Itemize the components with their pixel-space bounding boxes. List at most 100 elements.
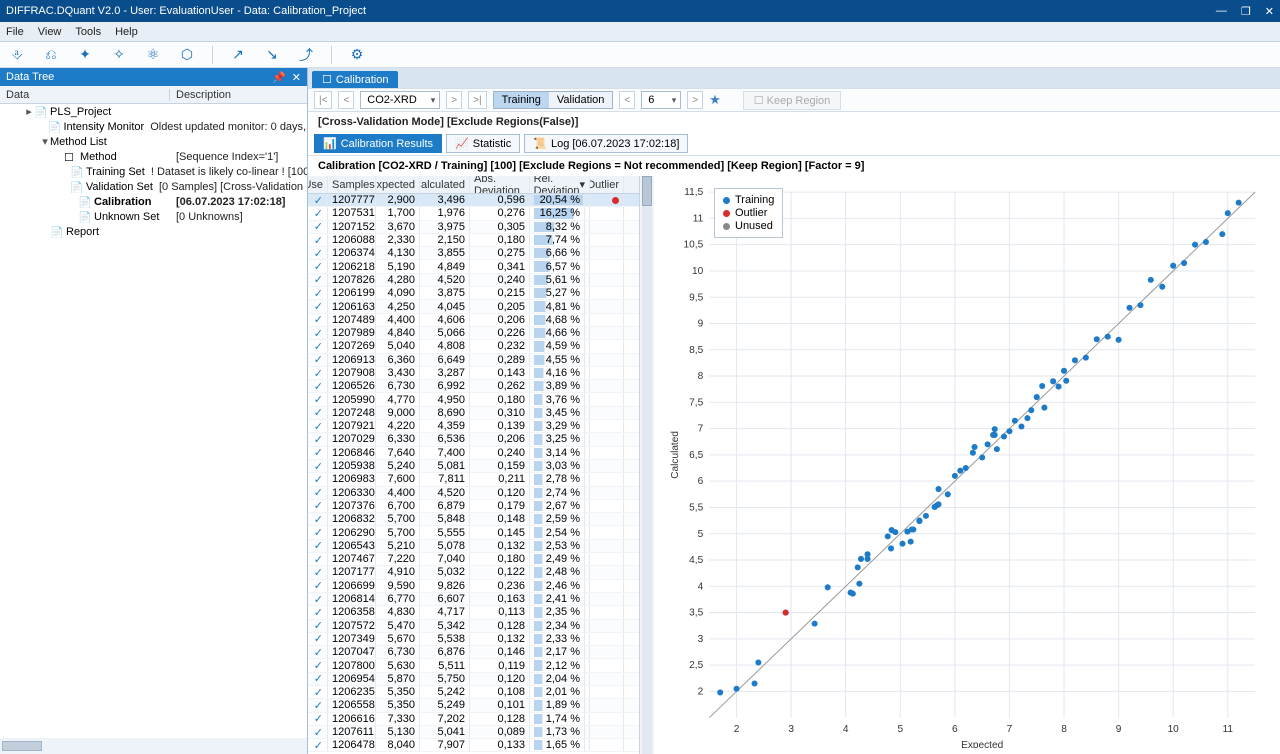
svg-text:Calculated: Calculated: [670, 431, 681, 479]
table-row[interactable]: ✓12074677,2207,0400,1802,49 %: [308, 553, 639, 566]
tree-item[interactable]: 📄Intensity MonitorOldest updated monitor…: [0, 119, 307, 134]
table-row[interactable]: ✓12064788,0407,9070,1331,65 %: [308, 739, 639, 752]
seg-validation[interactable]: Validation: [549, 92, 613, 108]
tree-item[interactable]: ▸📄PLS_Project: [0, 104, 307, 119]
tree-item[interactable]: 📄Calibration[06.07.2023 17:02:18]: [0, 194, 307, 209]
element-combo[interactable]: CO2-XRD: [360, 91, 440, 109]
tab-calibration[interactable]: ☐Calibration: [312, 71, 398, 88]
tree-item[interactable]: 📄Report: [0, 224, 307, 239]
toolbar-icon-1[interactable]: ⎀: [8, 46, 26, 64]
nav-next[interactable]: >: [446, 91, 462, 109]
table-row[interactable]: ✓12072489,0008,6900,3103,45 %: [308, 407, 639, 420]
th-samples[interactable]: Samples: [328, 176, 376, 193]
nav-last[interactable]: >|: [468, 91, 486, 109]
tree-item[interactable]: 📄Training Set! Dataset is likely co-line…: [0, 164, 307, 179]
table-row[interactable]: ✓12073766,7006,8790,1792,67 %: [308, 500, 639, 513]
table-row[interactable]: ✓12074894,4004,6060,2064,68 %: [308, 314, 639, 327]
table-row[interactable]: ✓12066999,5909,8260,2362,46 %: [308, 580, 639, 593]
chart-legend: Training Outlier Unused: [714, 188, 783, 238]
table-row[interactable]: ✓12079214,2204,3590,1393,29 %: [308, 420, 639, 433]
table-row[interactable]: ✓12076115,1305,0410,0891,73 %: [308, 726, 639, 739]
data-tree-title: Data Tree: [6, 71, 54, 83]
tree-item[interactable]: ☐Method[Sequence Index='1']: [0, 149, 307, 164]
toolbar-icon-2[interactable]: ⎌: [42, 46, 60, 64]
table-row[interactable]: ✓12072695,0404,8080,2324,59 %: [308, 340, 639, 353]
toolbar-icon-4[interactable]: ✧: [110, 46, 128, 64]
toolbar-icon-9[interactable]: ⤴: [297, 46, 315, 64]
nav-prev[interactable]: <: [338, 91, 354, 109]
table-row[interactable]: ✓12065435,2105,0780,1322,53 %: [308, 540, 639, 553]
table-row[interactable]: ✓12062185,1904,8490,3416,57 %: [308, 260, 639, 273]
menu-help[interactable]: Help: [115, 26, 138, 38]
close-icon[interactable]: ✕: [292, 71, 301, 84]
scatter-chart[interactable]: 23456789101122,533,544,555,566,577,588,5…: [654, 176, 1280, 754]
maximize-button[interactable]: ❐: [1241, 5, 1251, 18]
tree-item[interactable]: 📄Unknown Set[0 Unknowns]: [0, 209, 307, 224]
table-row[interactable]: ✓12063744,1303,8550,2756,66 %: [308, 247, 639, 260]
toolbar-icon-7[interactable]: ↗: [229, 46, 247, 64]
factor-first[interactable]: <: [619, 91, 635, 109]
table-row[interactable]: ✓12078005,6305,5110,1192,12 %: [308, 659, 639, 672]
table-row[interactable]: ✓12063584,8304,7170,1132,35 %: [308, 606, 639, 619]
table-row[interactable]: ✓12065266,7306,9920,2623,89 %: [308, 380, 639, 393]
table-row[interactable]: ✓12069136,3606,6490,2894,55 %: [308, 354, 639, 367]
table-row[interactable]: ✓12062905,7005,5550,1452,54 %: [308, 526, 639, 539]
minimize-button[interactable]: —: [1216, 5, 1227, 18]
table-row[interactable]: ✓12068146,7706,6070,1632,41 %: [308, 593, 639, 606]
pin-icon[interactable]: 📌: [272, 71, 286, 84]
toolbar-icon-3[interactable]: ✦: [76, 46, 94, 64]
tab-log[interactable]: 📜 Log [06.07.2023 17:02:18]: [524, 134, 688, 153]
table-row[interactable]: ✓12062355,3505,2420,1082,01 %: [308, 686, 639, 699]
table-body[interactable]: ✓12077772,9003,4960,59620,54 %✓12075311,…: [308, 194, 639, 754]
table-row[interactable]: ✓12077772,9003,4960,59620,54 %: [308, 194, 639, 207]
table-row[interactable]: ✓12078264,2804,5200,2405,61 %: [308, 274, 639, 287]
table-row[interactable]: ✓12073495,6705,5380,1322,33 %: [308, 633, 639, 646]
gear-icon[interactable]: ⚙: [348, 46, 366, 64]
table-row[interactable]: ✓12059385,2405,0810,1593,03 %: [308, 460, 639, 473]
th-outlier[interactable]: Outlier: [590, 176, 624, 193]
table-row[interactable]: ✓12060882,3302,1500,1807,74 %: [308, 234, 639, 247]
table-row[interactable]: ✓12059904,7704,9500,1803,76 %: [308, 393, 639, 406]
table-row[interactable]: ✓12063304,4004,5200,1202,74 %: [308, 487, 639, 500]
table-row[interactable]: ✓12068325,7005,8480,1482,59 %: [308, 513, 639, 526]
table-row[interactable]: ✓12075725,4705,3420,1282,34 %: [308, 620, 639, 633]
table-row[interactable]: ✓12079894,8405,0660,2264,66 %: [308, 327, 639, 340]
toolbar-icon-5[interactable]: ⚛: [144, 46, 162, 64]
data-tree-body[interactable]: ▸📄PLS_Project📄Intensity MonitorOldest up…: [0, 104, 307, 738]
star-icon[interactable]: ★: [709, 92, 721, 108]
th-expected[interactable]: Expected: [376, 176, 420, 193]
tab-results[interactable]: 📊 Calibration Results: [314, 134, 442, 153]
vertical-scrollbar[interactable]: [640, 176, 654, 754]
th-abs[interactable]: Abs. Deviation: [470, 176, 530, 193]
menu-file[interactable]: File: [6, 26, 24, 38]
table-row[interactable]: ✓12069837,6007,8110,2112,78 %: [308, 473, 639, 486]
th-calculated[interactable]: Calculated: [420, 176, 470, 193]
table-row[interactable]: ✓12061634,2504,0450,2054,81 %: [308, 300, 639, 313]
tree-item[interactable]: 📄Validation Set[0 Samples] [Cross-Valida…: [0, 179, 307, 194]
table-row[interactable]: ✓12079083,4303,2870,1434,16 %: [308, 367, 639, 380]
close-button[interactable]: ✕: [1265, 5, 1274, 18]
th-rel[interactable]: Rel. Deviation ▾: [530, 176, 590, 193]
menu-view[interactable]: View: [38, 26, 62, 38]
table-row[interactable]: ✓12071523,6703,9750,3058,32 %: [308, 221, 639, 234]
table-row[interactable]: ✓12069545,8705,7500,1202,04 %: [308, 673, 639, 686]
nav-first[interactable]: |<: [314, 91, 332, 109]
table-row[interactable]: ✓12068467,6407,4000,2403,14 %: [308, 447, 639, 460]
table-row[interactable]: ✓12070476,7306,8760,1462,17 %: [308, 646, 639, 659]
factor-next[interactable]: >: [687, 91, 703, 109]
table-row[interactable]: ✓12075311,7001,9760,27616,25 %: [308, 207, 639, 220]
factor-combo[interactable]: 6: [641, 91, 681, 109]
table-row[interactable]: ✓12066167,3307,2020,1281,74 %: [308, 713, 639, 726]
tab-statistic[interactable]: 📈 Statistic: [446, 134, 520, 153]
seg-training[interactable]: Training: [494, 92, 549, 108]
menu-tools[interactable]: Tools: [75, 26, 101, 38]
table-row[interactable]: ✓12071774,9105,0320,1222,48 %: [308, 566, 639, 579]
tree-item[interactable]: ▾Method List: [0, 134, 307, 149]
table-row[interactable]: ✓12061994,0903,8750,2155,27 %: [308, 287, 639, 300]
th-use[interactable]: Use: [308, 176, 328, 193]
toolbar-icon-8[interactable]: ↘: [263, 46, 281, 64]
table-row[interactable]: ✓12065585,3505,2490,1011,89 %: [308, 699, 639, 712]
horizontal-scrollbar[interactable]: [0, 738, 307, 754]
table-row[interactable]: ✓12070296,3306,5360,2063,25 %: [308, 433, 639, 446]
toolbar-icon-6[interactable]: ⬡: [178, 46, 196, 64]
